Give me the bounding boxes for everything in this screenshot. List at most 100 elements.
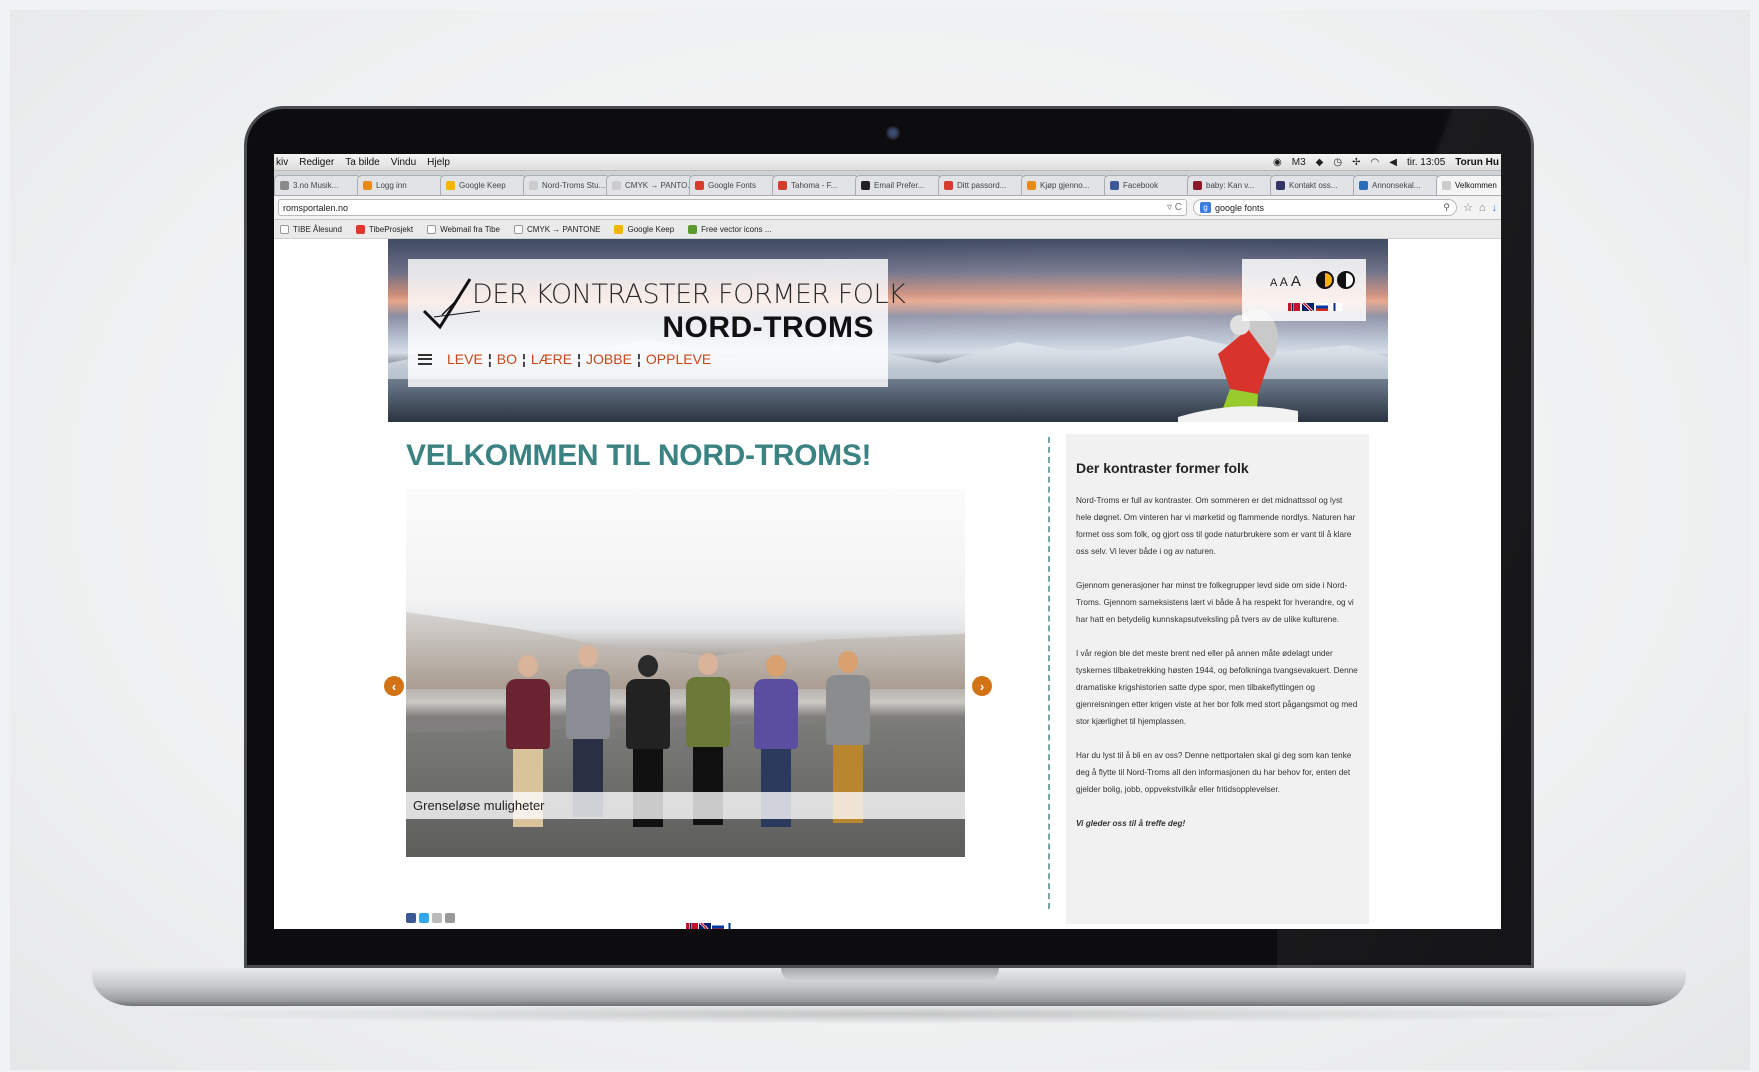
camera-icon: [886, 126, 900, 140]
bookmark-label: TibeProsjekt: [368, 224, 414, 234]
finland-flag-icon[interactable]: [1330, 303, 1342, 311]
font-size-medium-button[interactable]: A: [1280, 275, 1288, 289]
main-content: VELKOMMEN TIL NORD-TROMS! Grenseløse mul…: [384, 439, 992, 929]
bookmark-item[interactable]: CMYK → PANTONE: [513, 224, 601, 234]
creative-cloud-icon[interactable]: ◉: [1273, 157, 1282, 168]
twitter-icon[interactable]: [419, 913, 429, 923]
browser-tab[interactable]: Ditt passord...: [938, 175, 1025, 195]
bookmark-label: CMYK → PANTONE: [526, 224, 601, 234]
tab-label: Velkommen: [1455, 181, 1497, 190]
browser-tab[interactable]: Tahoma - F...: [772, 175, 859, 195]
russia-flag-icon[interactable]: [712, 923, 724, 929]
menubar-user[interactable]: Torun Hu: [1455, 157, 1499, 168]
time-machine-icon[interactable]: ◷: [1333, 157, 1342, 168]
bookmark-item[interactable]: Google Keep: [614, 224, 674, 234]
browser-tab[interactable]: Velkommen: [1436, 175, 1501, 195]
page-icon: [427, 224, 437, 234]
browser-tab[interactable]: 3.no Musik...: [274, 175, 361, 195]
tab-label: Google Fonts: [708, 181, 757, 190]
browser-tab[interactable]: Annonsekal...: [1353, 175, 1440, 195]
font-size-small-button[interactable]: A: [1270, 277, 1277, 289]
bookmark-label: Webmail fra Tibe: [440, 224, 500, 234]
finland-flag-icon[interactable]: [725, 923, 737, 929]
vector-icon: [688, 224, 698, 234]
hero-banner: DER KONTRASTER FORMER FOLK NORD-TROMS LE…: [388, 239, 1388, 422]
menubar-clock[interactable]: tir. 13:05: [1407, 157, 1445, 168]
dropbox-icon[interactable]: ◆: [1316, 157, 1324, 168]
browser-tab[interactable]: baby: Kan v...: [1187, 175, 1274, 195]
contrast-controls: [1316, 271, 1355, 289]
menu-item-rediger[interactable]: Rediger: [299, 157, 334, 168]
memory-icon[interactable]: M3: [1292, 157, 1306, 168]
contrast-bw-icon[interactable]: [1337, 271, 1355, 289]
browser-tab[interactable]: CMYK → PANTO...: [606, 175, 693, 195]
search-field[interactable]: g google fonts ⚲: [1192, 199, 1457, 216]
browser-tab[interactable]: Nord-Troms Stu...: [523, 175, 610, 195]
tab-label: 3.no Musik...: [293, 181, 339, 190]
search-engine-icon[interactable]: g: [1199, 202, 1211, 213]
uk-flag-icon[interactable]: [699, 923, 711, 929]
sidebar: Der kontraster former folk Nord-Troms er…: [1066, 434, 1369, 924]
volume-icon[interactable]: ◀: [1389, 157, 1397, 168]
tab-favicon-icon: [529, 181, 538, 190]
bookmark-label: Free vector icons ...: [701, 224, 772, 234]
browser-tab[interactable]: Logg inn: [357, 175, 444, 195]
google-keep-icon: [614, 224, 624, 234]
slide-caption: Grenseløse muligheter: [406, 792, 965, 819]
download-icon[interactable]: ↓: [1492, 202, 1498, 214]
sidebar-paragraph: I vår region ble det meste brent ned ell…: [1076, 649, 1358, 726]
facebook-icon[interactable]: [406, 913, 416, 923]
font-size-large-button[interactable]: A: [1291, 273, 1301, 290]
bookmark-item[interactable]: TIBE Ålesund: [280, 224, 342, 234]
browser-tab[interactable]: Google Keep: [440, 175, 527, 195]
logo-box[interactable]: DER KONTRASTER FORMER FOLK NORD-TROMS LE…: [408, 259, 906, 387]
logo-mark-icon: [422, 278, 480, 330]
nav-laere[interactable]: LÆRE: [531, 351, 572, 367]
tab-strip: 3.no Musik... Logg inn Google Keep Nord-Tro…: [274, 171, 1501, 196]
bookmark-item[interactable]: TibeProsjekt: [355, 224, 414, 234]
tab-favicon-icon: [1359, 181, 1368, 190]
print-icon[interactable]: [445, 913, 455, 923]
contrast-yellow-icon[interactable]: [1316, 271, 1334, 289]
browser-tab[interactable]: Facebook: [1104, 175, 1191, 195]
language-flags: [1288, 303, 1342, 311]
email-icon[interactable]: [432, 913, 442, 923]
tab-label: Ditt passord...: [957, 181, 1007, 190]
uk-flag-icon[interactable]: [1302, 303, 1314, 311]
browser-tab[interactable]: Email Prefer...: [855, 175, 942, 195]
bookmark-item[interactable]: Webmail fra Tibe: [427, 224, 500, 234]
browser-tab[interactable]: Kjøp gjenno...: [1021, 175, 1108, 195]
browser-tab[interactable]: Google Fonts: [689, 175, 776, 195]
nav-bo[interactable]: BO: [497, 351, 517, 367]
column-divider: [1048, 437, 1050, 909]
reload-icon[interactable]: ▿ C: [1167, 202, 1182, 213]
search-icon[interactable]: ⚲: [1443, 202, 1450, 213]
tab-label: Google Keep: [459, 181, 506, 190]
star-icon[interactable]: ☆: [1463, 201, 1473, 214]
browser-tab[interactable]: Kontakt oss...: [1270, 175, 1357, 195]
bookmark-item[interactable]: Free vector icons ...: [688, 224, 772, 234]
hamburger-menu-icon[interactable]: [418, 353, 432, 365]
norway-flag-icon[interactable]: [686, 923, 698, 929]
nav-leve[interactable]: LEVE: [447, 351, 483, 367]
menu-item-ta-bilde[interactable]: Ta bilde: [345, 157, 379, 168]
nav-separator: ¦: [521, 351, 526, 367]
tab-favicon-icon: [363, 181, 372, 190]
bluetooth-icon[interactable]: ✢: [1352, 157, 1360, 168]
slider-prev-button[interactable]: ‹: [384, 676, 404, 696]
norway-flag-icon[interactable]: [1288, 303, 1300, 311]
laptop-notch: [781, 968, 999, 982]
nav-jobbe[interactable]: JOBBE: [586, 351, 632, 367]
address-bar[interactable]: romsportalen.no ▿ C: [278, 199, 1187, 216]
page-icon: [280, 224, 289, 234]
menu-item-hjelp[interactable]: Hjelp: [427, 157, 450, 168]
address-bar-url: romsportalen.no: [283, 202, 349, 213]
russia-flag-icon[interactable]: [1316, 303, 1328, 311]
nav-oppleve[interactable]: OPPLEVE: [646, 351, 711, 367]
home-icon[interactable]: ⌂: [1479, 202, 1486, 214]
menu-item-vindu[interactable]: Vindu: [391, 157, 416, 168]
wifi-icon[interactable]: ◠: [1371, 157, 1380, 168]
tab-favicon-icon: [695, 181, 704, 190]
menu-item-arkiv[interactable]: kiv: [276, 157, 288, 168]
slider-next-button[interactable]: ›: [972, 676, 992, 696]
